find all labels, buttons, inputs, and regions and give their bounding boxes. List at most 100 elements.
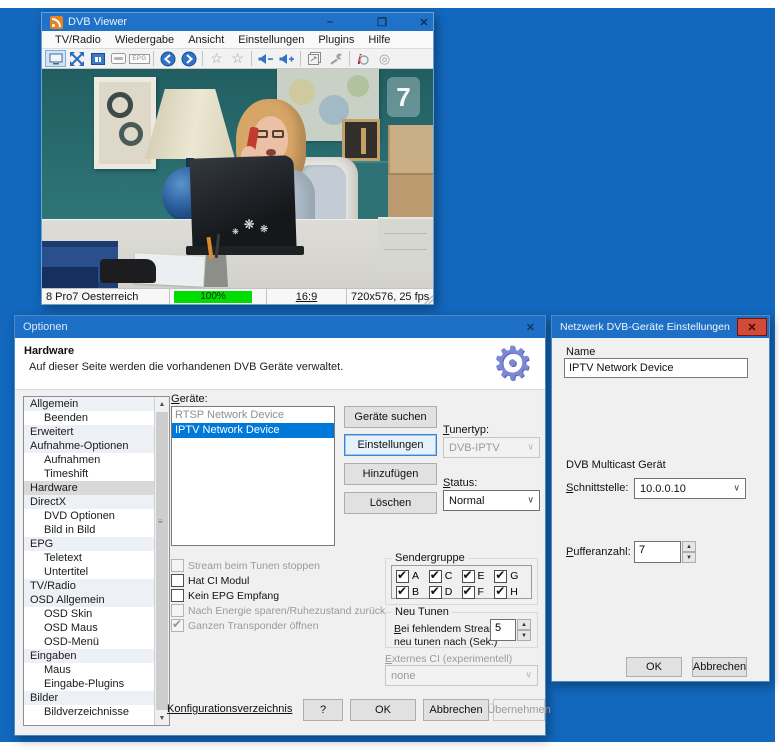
nav-item-dvd-optionen[interactable]: DVD Optionen <box>24 509 154 523</box>
nav-item-osd-skin[interactable]: OSD Skin <box>24 607 154 621</box>
checkbox[interactable] <box>171 619 184 632</box>
spin-down-icon[interactable]: ▼ <box>682 552 696 563</box>
checkbox[interactable] <box>396 586 409 599</box>
aspect-ratio[interactable]: 16:9 <box>296 291 317 303</box>
status-combo[interactable]: Normal∨ <box>443 490 540 511</box>
volume-down-icon[interactable] <box>255 50 276 67</box>
group-e[interactable]: E <box>462 568 495 584</box>
epg-icon[interactable]: EPG <box>129 50 150 67</box>
checkbox-row-stream-stop[interactable]: Stream beim Tunen stoppen <box>171 558 385 573</box>
checkbox[interactable] <box>396 570 409 583</box>
externes-ci-combo[interactable]: none∨ <box>385 665 538 686</box>
info-icon[interactable]: i <box>353 50 374 67</box>
close-icon[interactable]: ✕ <box>526 321 535 334</box>
menu-tv-radio[interactable]: TV/Radio <box>48 34 108 46</box>
buffer-spinner[interactable]: 7 ▲▼ <box>634 541 696 563</box>
nav-scrollbar[interactable]: ▲ ≡ ▼ <box>154 397 169 725</box>
nav-item-bild-in-bild[interactable]: Bild in Bild <box>24 523 154 537</box>
scroll-up-icon[interactable]: ▲ <box>155 397 169 411</box>
favorite-star-icon[interactable]: ☆ <box>206 50 227 67</box>
main-titlebar[interactable]: DVB Viewer – ❐ ✕ <box>42 13 433 31</box>
checkbox[interactable] <box>171 589 184 602</box>
spin-up-icon[interactable]: ▲ <box>682 541 696 552</box>
checkbox[interactable] <box>171 604 184 617</box>
nav-item-hardware[interactable]: Hardware <box>24 481 154 495</box>
search-devices-button[interactable]: Geräte suchen <box>344 406 437 428</box>
checkbox[interactable] <box>171 559 184 572</box>
spinner-value[interactable]: 7 <box>634 541 681 563</box>
checkbox-row-ci-modul[interactable]: Hat CI Modul <box>171 573 385 588</box>
config-directory-link[interactable]: Konfigurationsverzeichnis <box>167 703 292 715</box>
ok-button[interactable]: OK <box>350 699 416 721</box>
device-iptv[interactable]: IPTV Network Device <box>172 423 334 438</box>
tunertyp-combo[interactable]: DVB-IPTV∨ <box>443 437 540 458</box>
delete-button[interactable]: Löschen <box>344 492 437 514</box>
scrollbar-thumb[interactable] <box>156 412 168 710</box>
nav-item-eingabe-plugins[interactable]: Eingabe-Plugins <box>24 677 154 691</box>
checkbox[interactable] <box>429 586 442 599</box>
minimize-icon[interactable]: – <box>315 13 345 31</box>
osd-icon[interactable] <box>108 50 129 67</box>
nav-item-osd-maus[interactable]: OSD Maus <box>24 621 154 635</box>
group-h[interactable]: H <box>494 584 527 600</box>
close-icon[interactable]: ✕ <box>409 13 439 31</box>
nav-item-epg[interactable]: EPG <box>24 537 154 551</box>
checkbox[interactable] <box>171 574 184 587</box>
group-b[interactable]: B <box>396 584 429 600</box>
maximize-icon[interactable]: ❐ <box>367 13 397 31</box>
record-icon[interactable]: ◎ <box>374 50 395 67</box>
tools-icon[interactable] <box>325 50 346 67</box>
interface-combo[interactable]: 10.0.0.10∨ <box>634 478 746 499</box>
nav-item-timeshift[interactable]: Timeshift <box>24 467 154 481</box>
nav-item-allgemein[interactable]: Allgemein <box>24 397 154 411</box>
resize-grip[interactable] <box>423 294 433 304</box>
devices-listbox[interactable]: RTSP Network Device IPTV Network Device <box>171 406 335 546</box>
checkbox[interactable] <box>462 586 475 599</box>
nav-item-directx[interactable]: DirectX <box>24 495 154 509</box>
nav-item-maus[interactable]: Maus <box>24 663 154 677</box>
nav-item-osd-allgemein[interactable]: OSD Allgemein <box>24 593 154 607</box>
nav-item-teletext[interactable]: Teletext <box>24 551 154 565</box>
fullscreen-icon[interactable] <box>66 50 87 67</box>
nav-item-bildverzeichnisse[interactable]: Bildverzeichnisse <box>24 705 154 719</box>
channel-forward-icon[interactable] <box>178 50 199 67</box>
checkbox[interactable] <box>494 586 507 599</box>
nav-item-beenden[interactable]: Beenden <box>24 411 154 425</box>
nav-item-osd-menue[interactable]: OSD-Menü <box>24 635 154 649</box>
checkbox-row-energie[interactable]: Nach Energie sparen/Ruhezustand zurückse… <box>171 603 385 618</box>
nav-item-eingaben[interactable]: Eingaben <box>24 649 154 663</box>
group-g[interactable]: G <box>494 568 527 584</box>
help-button[interactable]: ? <box>303 699 343 721</box>
ok-button[interactable]: OK <box>626 657 682 677</box>
add-button[interactable]: Hinzufügen <box>344 463 437 485</box>
spin-down-icon[interactable]: ▼ <box>517 630 531 641</box>
nav-item-erweitert[interactable]: Erweitert <box>24 425 154 439</box>
group-a[interactable]: A <box>396 568 429 584</box>
spinner-value[interactable]: 5 <box>490 619 516 641</box>
checkbox-row-kein-epg[interactable]: Kein EPG Empfang <box>171 588 385 603</box>
checkbox[interactable] <box>462 570 475 583</box>
device-rtsp[interactable]: RTSP Network Device <box>172 408 334 423</box>
channel-back-icon[interactable] <box>157 50 178 67</box>
checkbox[interactable] <box>429 570 442 583</box>
video-area[interactable]: 7 ❋ ❋ ❋ <box>42 69 433 290</box>
settings-button[interactable]: Einstellungen <box>344 434 437 456</box>
checkbox[interactable] <box>494 570 507 583</box>
nav-item-aufnahme-optionen[interactable]: Aufnahme-Optionen <box>24 439 154 453</box>
group-f[interactable]: F <box>462 584 495 600</box>
spin-up-icon[interactable]: ▲ <box>517 619 531 630</box>
tv-mode-icon[interactable] <box>45 50 66 67</box>
cancel-button[interactable]: Abbrechen <box>692 657 747 677</box>
menu-plugins[interactable]: Plugins <box>311 34 361 46</box>
menu-wiedergabe[interactable]: Wiedergabe <box>108 34 181 46</box>
menu-hilfe[interactable]: Hilfe <box>361 34 397 46</box>
nav-item-untertitel[interactable]: Untertitel <box>24 565 154 579</box>
nav-item-aufnahmen[interactable]: Aufnahmen <box>24 453 154 467</box>
close-icon[interactable]: ✕ <box>737 318 767 336</box>
menu-ansicht[interactable]: Ansicht <box>181 34 231 46</box>
checkbox-row-transponder[interactable]: Ganzen Transponder öffnen <box>171 618 385 633</box>
group-d[interactable]: D <box>429 584 462 600</box>
apply-button[interactable]: Übernehmen <box>493 699 545 721</box>
cancel-button[interactable]: Abbrechen <box>423 699 489 721</box>
channel-list-icon[interactable] <box>304 50 325 67</box>
